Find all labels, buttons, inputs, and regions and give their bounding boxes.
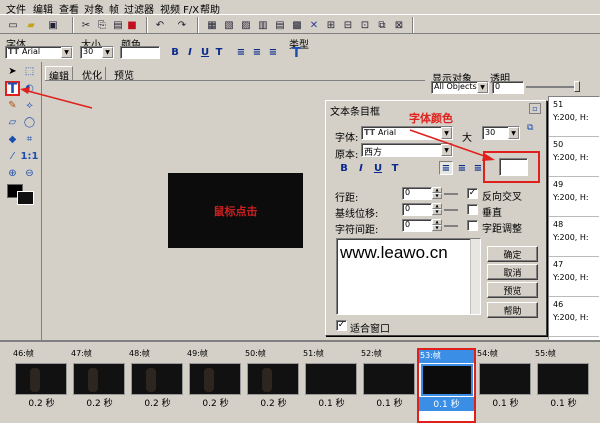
color-arrowhead [482, 153, 495, 161]
text-tool-arrowhead [20, 87, 30, 94]
color-arrow [409, 129, 491, 159]
annotation-arrows [20, 87, 495, 161]
text-tool-arrow [23, 89, 93, 109]
